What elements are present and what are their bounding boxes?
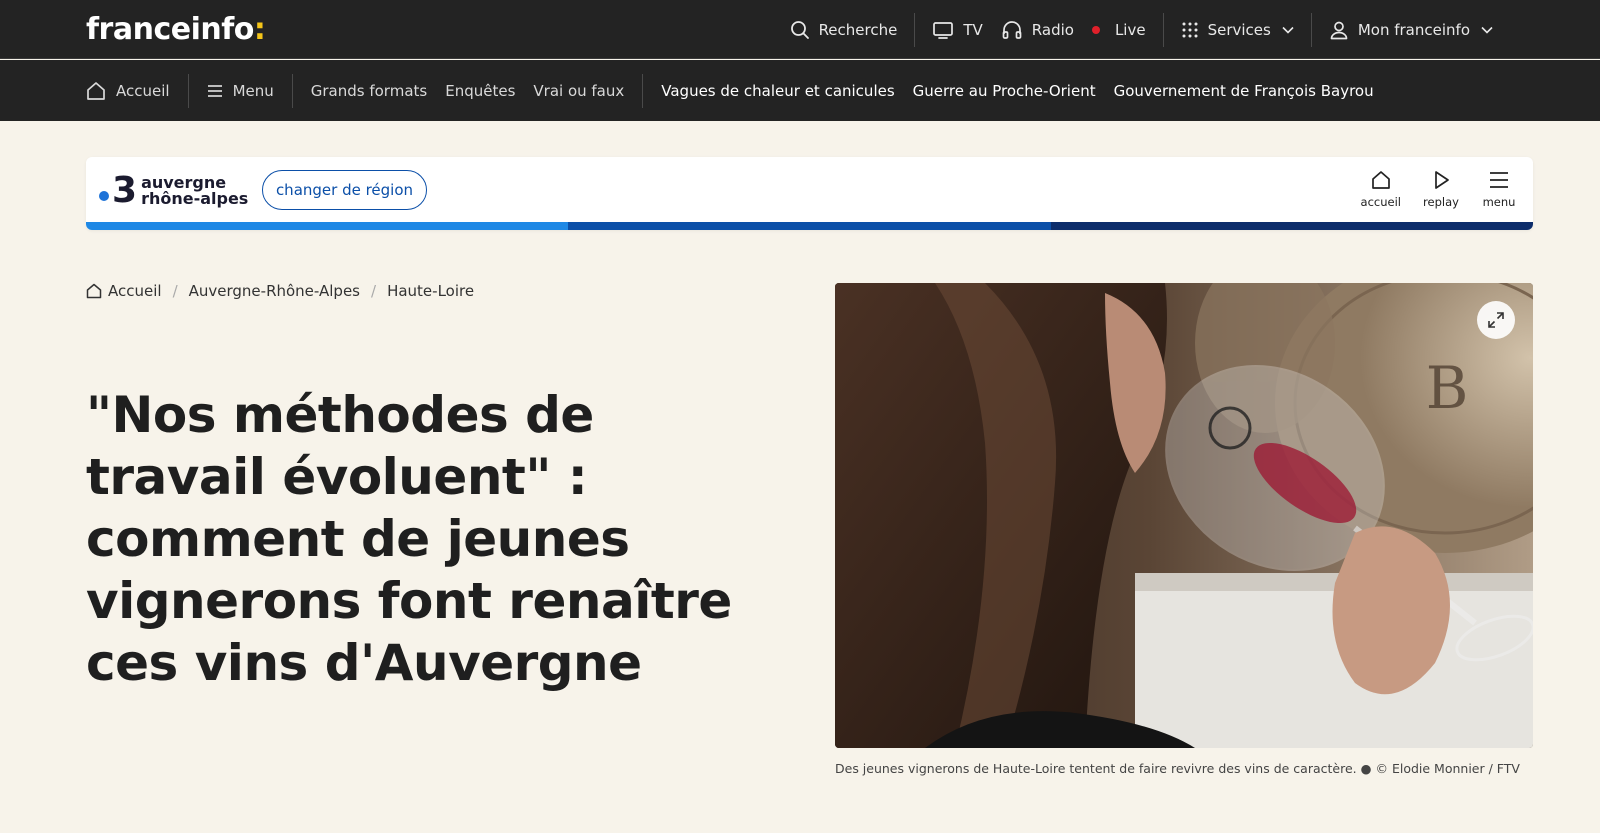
nav-topic-gouvernement[interactable]: Gouvernement de François Bayrou [1105, 60, 1383, 121]
strip-segment [1050, 222, 1533, 230]
region-replay-label: replay [1423, 195, 1459, 209]
live-label: Live [1114, 20, 1146, 39]
divider [642, 73, 644, 108]
breadcrumb-home[interactable]: Accueil [86, 282, 162, 300]
radio-label: Radio [1031, 20, 1074, 39]
article-image[interactable]: B [835, 283, 1533, 748]
svg-text:B: B [1426, 354, 1469, 422]
play-icon [1435, 171, 1449, 189]
region-banner: 3 auvergne rhône-alpes changer de région… [86, 157, 1533, 230]
breadcrumb-region[interactable]: Auvergne-Rhône-Alpes [189, 282, 360, 300]
region-replay-button[interactable]: replay [1423, 169, 1459, 209]
change-region-button[interactable]: changer de région [262, 170, 427, 210]
main-nav: Accueil Menu Grands formats Enquêtes Vra… [0, 60, 1600, 121]
breadcrumb-separator: / [172, 282, 178, 300]
account-dropdown[interactable]: Mon franceinfo [1320, 0, 1502, 59]
main-nav-items: Accueil Menu Grands formats Enquêtes Vra… [86, 60, 1383, 121]
nav-grands-formats[interactable]: Grands formats [302, 60, 436, 121]
divider [187, 73, 189, 108]
chevron-down-icon [1481, 26, 1493, 34]
breadcrumb-separator: / [371, 282, 377, 300]
article-title: "Nos méthodes de travail évoluent" : com… [86, 386, 732, 692]
home-icon [86, 283, 102, 299]
divider [1162, 12, 1164, 47]
divider [914, 12, 916, 47]
account-label: Mon franceinfo [1357, 20, 1470, 39]
radio-button[interactable]: Radio [992, 0, 1083, 59]
logo-dot [99, 191, 109, 201]
region-color-strip [86, 222, 1533, 230]
search-label: Recherche [818, 20, 898, 39]
tv-icon [933, 21, 954, 39]
region-actions: accueil replay menu [1361, 169, 1517, 209]
home-icon [1371, 171, 1390, 189]
search-button[interactable]: Recherche [781, 0, 907, 59]
headphones-icon [1002, 20, 1022, 39]
nav-topic-proche-orient[interactable]: Guerre au Proche-Orient [904, 60, 1105, 121]
hamburger-icon [207, 84, 222, 97]
strip-segment [568, 222, 1051, 230]
breadcrumb: Accueil / Auvergne-Rhône-Alpes / Haute-L… [86, 282, 474, 300]
grid-icon [1182, 22, 1198, 37]
search-icon [790, 20, 809, 39]
chevron-down-icon [1282, 26, 1294, 34]
region-name-line2: rhône-alpes [141, 189, 249, 208]
nav-home[interactable]: Accueil [86, 60, 179, 121]
expand-icon [1488, 312, 1504, 328]
tv-label: TV [963, 20, 983, 39]
user-icon [1330, 21, 1348, 39]
nav-home-label: Accueil [116, 81, 170, 100]
nav-vrai-ou-faux[interactable]: Vrai ou faux [524, 60, 633, 121]
nav-menu-label: Menu [232, 81, 274, 100]
hamburger-icon [1490, 172, 1508, 188]
region-home-label: accueil [1360, 195, 1401, 209]
nav-topic-canicules[interactable]: Vagues de chaleur et canicules [652, 60, 903, 121]
live-button[interactable]: Live [1083, 0, 1155, 59]
nav-enquetes[interactable]: Enquêtes [436, 60, 524, 121]
channel-number: 3 [112, 170, 137, 211]
services-label: Services [1207, 20, 1271, 39]
tv-button[interactable]: TV [923, 0, 991, 59]
image-caption: Des jeunes vignerons de Haute-Loire tent… [835, 761, 1520, 776]
region-menu-label: menu [1482, 195, 1516, 209]
region-name: auvergne rhône-alpes [141, 175, 248, 207]
wine-tasting-photo: B [835, 283, 1533, 748]
region-home-button[interactable]: accueil [1361, 169, 1401, 209]
services-dropdown[interactable]: Services [1172, 0, 1303, 59]
breadcrumb-home-label: Accueil [108, 282, 162, 300]
region-menu-button[interactable]: menu [1481, 169, 1517, 209]
franceinfo-logo[interactable]: franceinfo: [86, 12, 266, 48]
breadcrumb-department[interactable]: Haute-Loire [387, 282, 474, 300]
expand-image-button[interactable] [1477, 301, 1515, 339]
nav-menu[interactable]: Menu [198, 60, 283, 121]
divider [1310, 12, 1312, 47]
logo-text: franceinfo [86, 12, 254, 47]
divider [291, 73, 293, 108]
france3-region-logo[interactable]: 3 auvergne rhône-alpes [99, 171, 248, 211]
live-dot-icon [1091, 25, 1100, 34]
logo-colon: : [253, 12, 266, 47]
strip-segment [86, 222, 569, 230]
top-actions: Recherche TV Radio Live Services Mon fra… [781, 0, 1502, 59]
top-bar: franceinfo: Recherche TV Radio Live Serv… [0, 0, 1600, 59]
home-icon [87, 81, 105, 100]
